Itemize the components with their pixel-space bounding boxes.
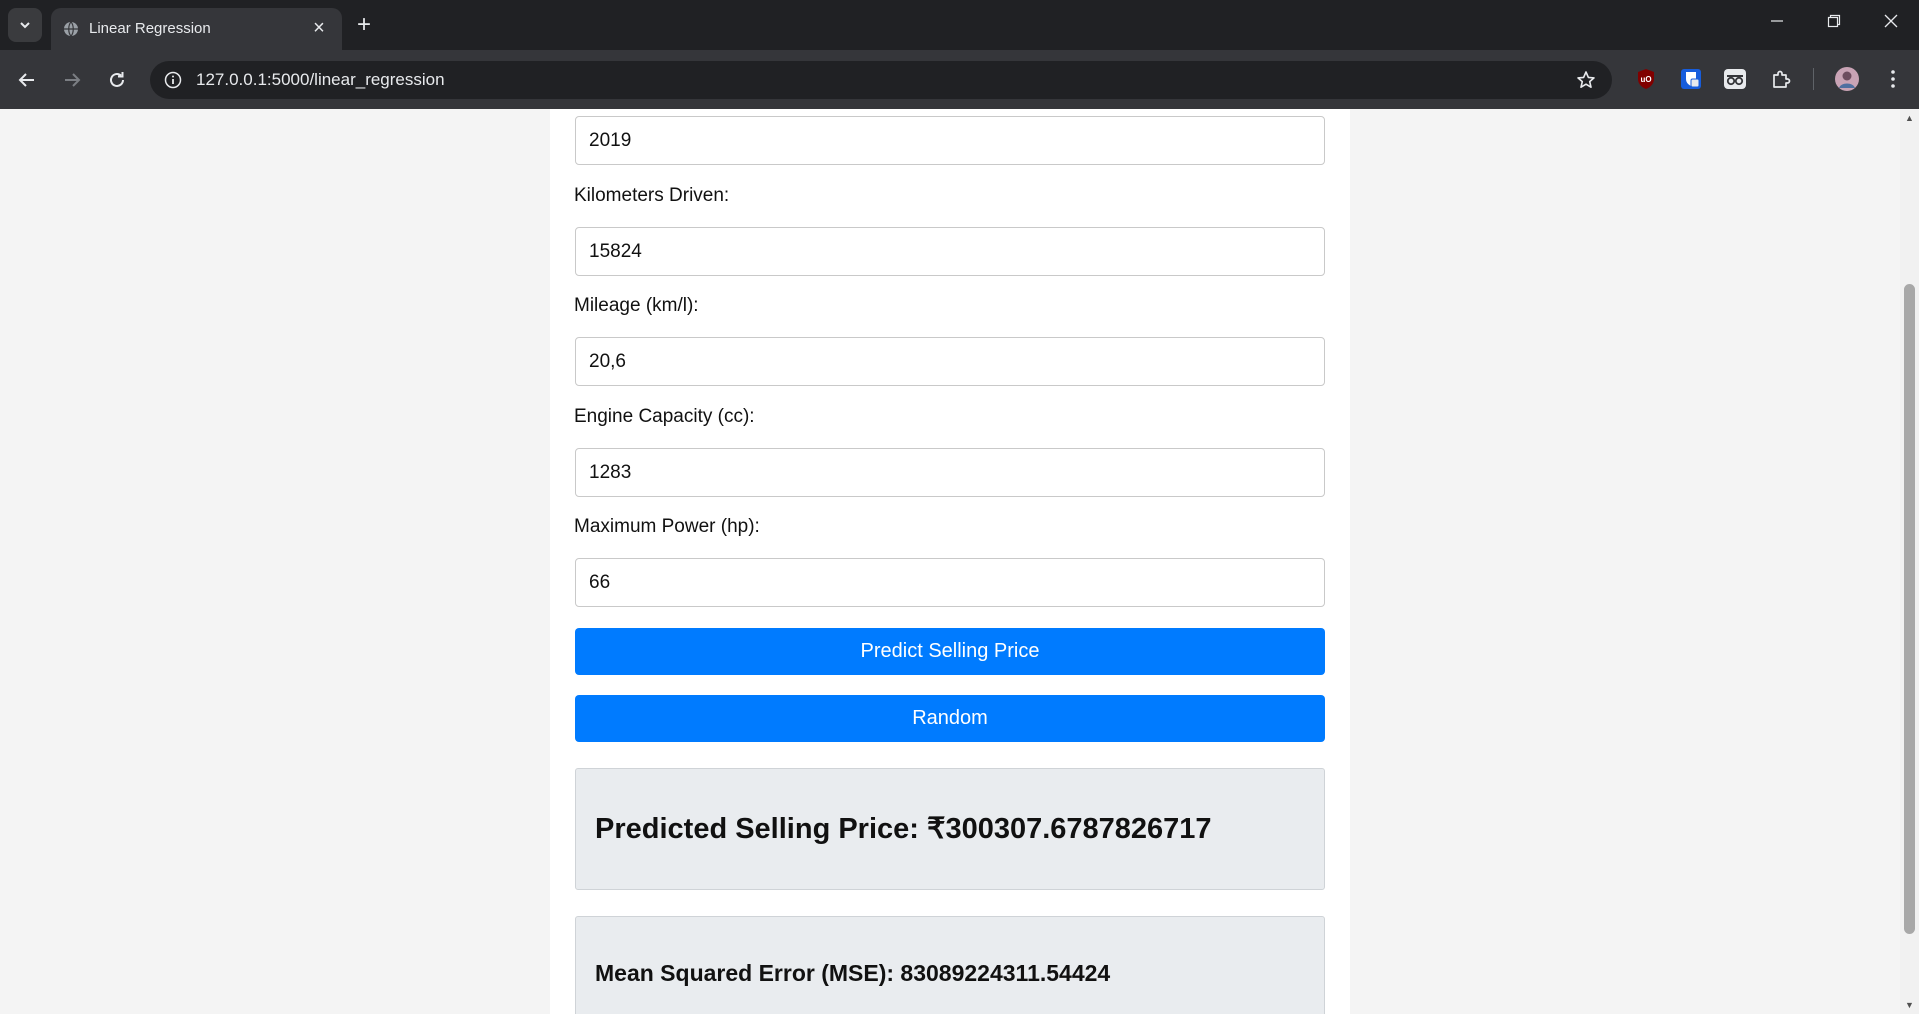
url-text[interactable]: 127.0.0.1:5000/linear_regression	[196, 70, 445, 90]
forward-button[interactable]	[55, 63, 89, 97]
globe-icon	[64, 21, 78, 37]
scroll-up-arrow-icon[interactable]: ▲	[1900, 111, 1919, 125]
profile-avatar-icon	[1835, 67, 1859, 91]
arrow-left-icon	[18, 73, 34, 87]
prediction-result-box: Predicted Selling Price: ₹300307.6787826…	[575, 768, 1325, 890]
random-button[interactable]: Random	[575, 695, 1325, 742]
incognito-extension[interactable]	[1722, 66, 1748, 92]
mse-result-box: Mean Squared Error (MSE): 83089224311.54…	[575, 916, 1325, 1014]
page-scrollbar[interactable]: ▲ ▼	[1900, 109, 1919, 1014]
scrollbar-thumb[interactable]	[1904, 284, 1915, 934]
page-viewport: Kilometers Driven: Mileage (km/l): Engin…	[0, 109, 1900, 1014]
tab-title: Linear Regression	[89, 20, 211, 37]
back-button[interactable]	[10, 63, 44, 97]
extensions-button[interactable]	[1768, 66, 1794, 92]
maximum-power-label: Maximum Power (hp):	[574, 516, 760, 537]
mileage-input[interactable]	[575, 337, 1325, 386]
engine-capacity-input[interactable]	[575, 448, 1325, 497]
kebab-menu-icon	[1891, 70, 1895, 88]
window-close-button[interactable]	[1868, 8, 1914, 40]
address-bar[interactable]: 127.0.0.1:5000/linear_regression	[150, 61, 1612, 99]
bookmark-button[interactable]	[1574, 68, 1598, 92]
kilometers-driven-input[interactable]	[575, 227, 1325, 276]
mse-text: Mean Squared Error (MSE): 83089224311.54…	[595, 960, 1111, 986]
site-info-button[interactable]	[160, 67, 186, 93]
maximum-power-input[interactable]	[575, 558, 1325, 607]
minimize-icon	[1771, 20, 1783, 22]
chevron-down-icon	[20, 22, 30, 29]
browser-tab[interactable]: Linear Regression ×	[51, 8, 342, 50]
new-tab-button[interactable]: +	[350, 11, 378, 39]
toolbar-divider	[1813, 68, 1814, 90]
reload-button[interactable]	[100, 63, 134, 97]
predict-selling-price-button[interactable]: Predict Selling Price	[575, 628, 1325, 675]
tab-search-button[interactable]	[8, 8, 42, 42]
ublock-extension[interactable]: uO	[1633, 66, 1659, 92]
restore-button[interactable]	[1811, 8, 1857, 40]
year-input[interactable]	[575, 116, 1325, 165]
scroll-down-arrow-icon[interactable]: ▼	[1900, 998, 1919, 1012]
avatar[interactable]	[1834, 66, 1860, 92]
tab-close-icon[interactable]: ×	[308, 17, 330, 39]
arrow-right-icon	[65, 73, 81, 87]
ublock-icon: uO	[1638, 69, 1654, 89]
bitwarden-extension[interactable]	[1678, 66, 1704, 92]
kilometers-driven-label: Kilometers Driven:	[574, 185, 730, 206]
tab-strip: Linear Regression × +	[0, 0, 1919, 50]
svg-text:uO: uO	[1640, 75, 1651, 84]
reload-icon	[110, 72, 124, 87]
minimize-button[interactable]	[1754, 8, 1800, 40]
close-icon	[1884, 14, 1898, 28]
mileage-label: Mileage (km/l):	[574, 295, 699, 316]
incognito-glasses-icon	[1724, 69, 1746, 89]
browser-menu-button[interactable]	[1880, 66, 1906, 92]
restore-icon	[1827, 14, 1841, 28]
bitwarden-icon	[1681, 69, 1701, 89]
puzzle-piece-icon	[1773, 70, 1791, 88]
engine-capacity-label: Engine Capacity (cc):	[574, 406, 755, 427]
predicted-price-text: Predicted Selling Price: ₹300307.6787826…	[595, 813, 1212, 845]
star-icon	[1577, 71, 1595, 88]
browser-toolbar: 127.0.0.1:5000/linear_regression	[0, 50, 1919, 109]
info-icon	[164, 71, 182, 89]
